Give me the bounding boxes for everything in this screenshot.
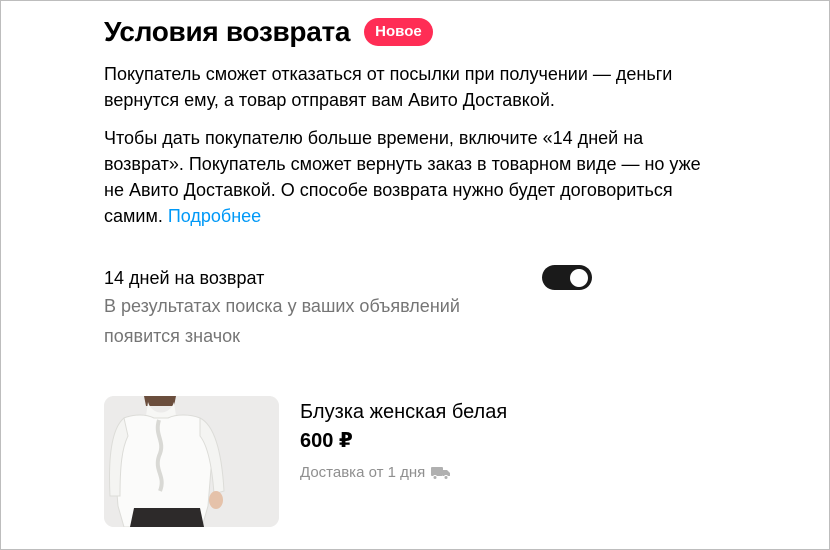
page-title: Условия возврата [104,16,351,47]
description-paragraph-2: Чтобы дать покупателю больше времени, вк… [104,125,724,229]
more-info-link[interactable]: Подробнее [168,206,261,226]
return-14-days-toggle[interactable] [542,265,592,290]
return-14-days-description: В результатах поиска у ваших объявлений … [104,296,460,346]
product-image[interactable] [104,396,279,527]
description-paragraph-1: Покупатель сможет отказаться от посылки … [104,64,673,110]
blouse-image [104,396,279,527]
truck-icon [431,467,451,480]
new-badge: Новое [364,18,433,46]
return-14-days-label: 14 дней на возврат [104,268,265,288]
product-name[interactable]: Блузка женская белая [300,398,507,426]
product-price: 600 ₽ [300,430,353,452]
delivery-text: Доставка от 1 дня [300,464,426,481]
header: Условия возврата Новое [104,14,433,50]
toggle-knob [570,268,588,287]
delivery-info: Доставка от 1 дня [300,462,451,484]
